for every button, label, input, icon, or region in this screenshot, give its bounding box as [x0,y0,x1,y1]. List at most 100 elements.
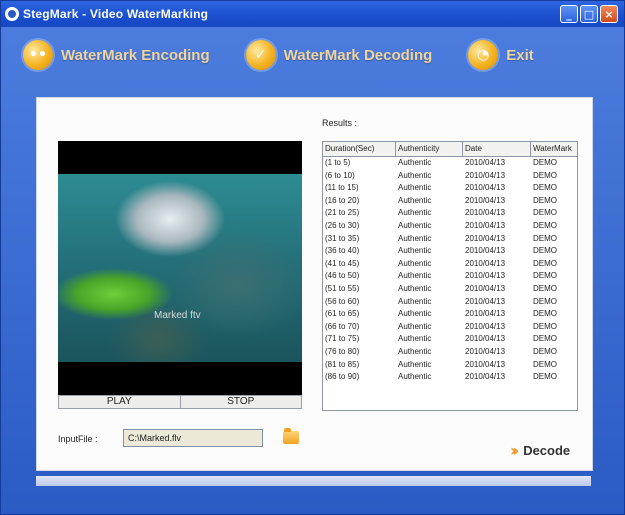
window-controls: _ □ × [560,5,618,23]
cell-date: 2010/04/13 [465,233,506,243]
cell-watermark: DEMO [533,233,557,243]
cell-watermark: DEMO [533,271,557,281]
table-row[interactable]: (76 to 80) Authentic 2010/04/13 DEMO [323,346,577,359]
cell-date: 2010/04/13 [465,158,506,167]
column-header-date[interactable]: Date [463,142,531,156]
close-button[interactable]: × [600,5,618,23]
cell-authenticity: Authentic [398,170,432,180]
cell-duration: (86 to 90) [325,372,360,382]
cell-watermark: DEMO [533,220,557,230]
table-row[interactable]: (31 to 35) Authentic 2010/04/13 DEMO [323,233,577,246]
input-file-field[interactable]: C:\Marked.flv [123,429,263,447]
cell-authenticity: Authentic [398,208,432,218]
cell-watermark: DEMO [533,283,557,293]
stop-button[interactable]: STOP [179,396,302,408]
cell-authenticity: Authentic [398,309,432,319]
decode-button[interactable]: ›› Decode [510,441,570,460]
play-button[interactable]: PLAY [59,396,180,408]
cell-authenticity: Authentic [398,283,432,293]
table-row[interactable]: (1 to 5) Authentic 2010/04/13 DEMO [323,157,577,170]
title-bar[interactable]: StegMark - Video WaterMarking _ □ × [1,1,624,27]
table-row[interactable]: (21 to 25) Authentic 2010/04/13 DEMO [323,207,577,220]
cell-date: 2010/04/13 [465,271,506,281]
table-row[interactable]: (16 to 20) Authentic 2010/04/13 DEMO [323,195,577,208]
results-table[interactable]: Duration(Sec) Authenticity Date WaterMar… [322,141,578,411]
cell-watermark: DEMO [533,158,557,167]
cell-duration: (21 to 25) [325,208,360,218]
table-row[interactable]: (46 to 50) Authentic 2010/04/13 DEMO [323,270,577,283]
video-controls: PLAY STOP [58,395,302,409]
cell-date: 2010/04/13 [465,372,506,382]
results-table-body: (1 to 5) Authentic 2010/04/13 DEMO (6 to 10)… [323,157,577,384]
cell-watermark: DEMO [533,296,557,306]
cell-duration: (1 to 5) [325,158,351,167]
cell-authenticity: Authentic [398,258,432,268]
table-row[interactable]: (86 to 90) Authentic 2010/04/13 DEMO [323,371,577,384]
cell-watermark: DEMO [533,321,557,331]
cell-duration: (31 to 35) [325,233,360,243]
cell-duration: (61 to 65) [325,309,360,319]
results-label: Results : [322,118,358,128]
column-header-watermark[interactable]: WaterMark [531,142,577,156]
cell-watermark: DEMO [533,170,557,180]
video-watermark-text: Marked ftv [154,310,201,321]
app-window: StegMark - Video WaterMarking _ □ × •• W… [0,0,625,515]
exit-icon: ◔ [468,40,499,70]
cell-duration: (6 to 10) [325,170,355,180]
video-frame: Marked ftv [58,174,302,362]
exit-button[interactable]: ◔ Exit [468,40,534,70]
table-row[interactable]: (51 to 55) Authentic 2010/04/13 DEMO [323,283,577,296]
cell-duration: (36 to 40) [325,246,360,256]
toolbar: •• WaterMark Encoding ✓ WaterMark Decodi… [1,27,624,83]
cell-duration: (16 to 20) [325,195,360,205]
cell-authenticity: Authentic [398,359,432,369]
decode-check-icon: ✓ [245,40,276,70]
input-file-label: InputFile : [58,434,98,444]
table-row[interactable]: (56 to 60) Authentic 2010/04/13 DEMO [323,296,577,309]
maximize-button[interactable]: □ [580,5,598,23]
cell-duration: (76 to 80) [325,346,360,356]
cell-duration: (26 to 30) [325,220,360,230]
watermark-decoding-label: WaterMark Decoding [283,46,433,64]
cell-watermark: DEMO [533,183,557,193]
double-chevron-right-icon: ›› [510,441,519,460]
window-title: StegMark - Video WaterMarking [23,7,209,21]
cell-date: 2010/04/13 [465,283,506,293]
table-row[interactable]: (26 to 30) Authentic 2010/04/13 DEMO [323,220,577,233]
cell-duration: (11 to 15) [325,183,359,193]
cell-authenticity: Authentic [398,334,432,344]
table-row[interactable]: (66 to 70) Authentic 2010/04/13 DEMO [323,321,577,334]
decode-label: Decode [523,443,571,458]
watermark-encoding-button[interactable]: •• WaterMark Encoding [23,40,210,70]
video-player[interactable]: Marked ftv [58,141,302,395]
panel-footer-bar [36,476,591,486]
cell-watermark: DEMO [533,195,557,205]
column-header-authenticity[interactable]: Authenticity [396,142,463,156]
table-row[interactable]: (36 to 40) Authentic 2010/04/13 DEMO [323,245,577,258]
table-row[interactable]: (71 to 75) Authentic 2010/04/13 DEMO [323,333,577,346]
cell-duration: (51 to 55) [325,283,360,293]
cell-authenticity: Authentic [398,233,432,243]
cell-authenticity: Authentic [398,195,432,205]
cell-date: 2010/04/13 [465,321,506,331]
table-row[interactable]: (11 to 15) Authentic 2010/04/13 DEMO [323,182,577,195]
cell-date: 2010/04/13 [465,183,506,193]
minimize-button[interactable]: _ [560,5,578,23]
cell-date: 2010/04/13 [465,334,506,344]
folder-icon[interactable] [283,428,299,444]
table-row[interactable]: (81 to 85) Authentic 2010/04/13 DEMO [323,359,577,372]
cell-date: 2010/04/13 [465,258,506,268]
exit-label: Exit [506,46,534,64]
table-row[interactable]: (61 to 65) Authentic 2010/04/13 DEMO [323,308,577,321]
cell-date: 2010/04/13 [465,359,506,369]
column-header-duration[interactable]: Duration(Sec) [323,142,396,156]
cell-date: 2010/04/13 [465,220,506,230]
cell-duration: (81 to 85) [325,359,360,369]
cell-date: 2010/04/13 [465,296,506,306]
table-row[interactable]: (6 to 10) Authentic 2010/04/13 DEMO [323,170,577,183]
watermark-decoding-button[interactable]: ✓ WaterMark Decoding [245,40,433,70]
cell-date: 2010/04/13 [465,195,506,205]
cell-duration: (66 to 70) [325,321,360,331]
table-row[interactable]: (41 to 45) Authentic 2010/04/13 DEMO [323,258,577,271]
cell-authenticity: Authentic [398,346,432,356]
